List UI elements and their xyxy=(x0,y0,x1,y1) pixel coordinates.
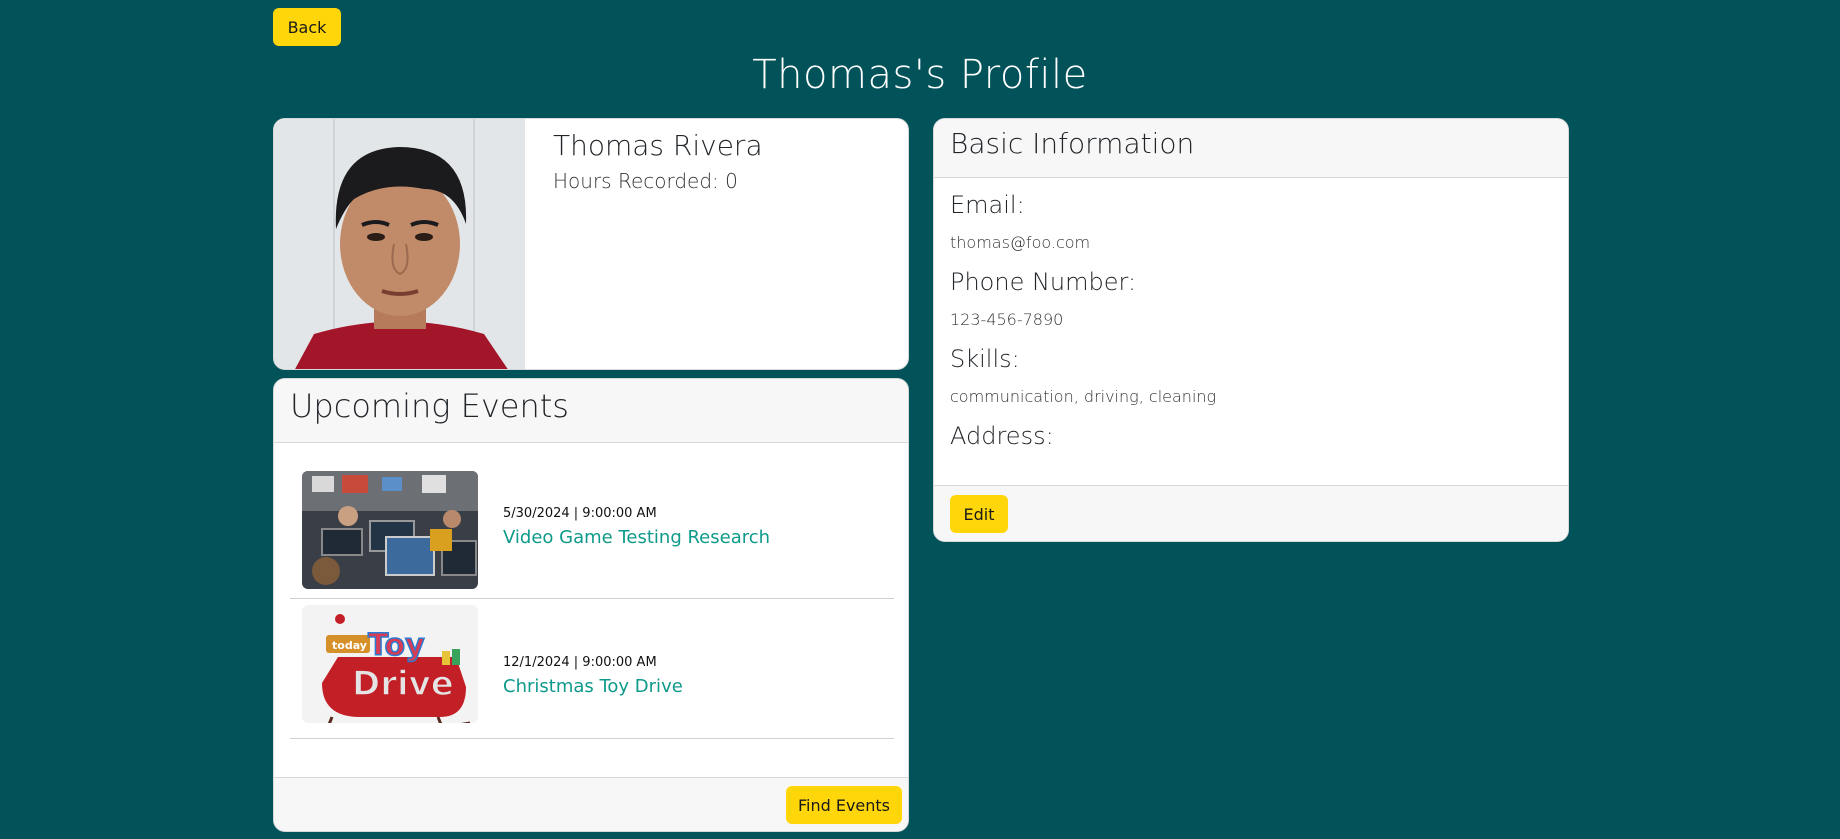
upcoming-events-card: Upcoming Events 5/30/2024 | 9:00:00 AM V… xyxy=(273,378,909,832)
event-thumbnail[interactable] xyxy=(302,471,478,589)
profile-photo xyxy=(274,119,525,369)
email-label: Email: xyxy=(950,191,1025,219)
hours-recorded: Hours Recorded: 0 xyxy=(553,169,738,193)
upcoming-events-header: Upcoming Events xyxy=(274,379,908,443)
email-value: thomas@foo.com xyxy=(950,233,1091,252)
svg-text:Drive: Drive xyxy=(352,664,454,704)
profile-name: Thomas Rivera xyxy=(553,129,763,162)
upcoming-events-footer: Find Events xyxy=(274,777,908,831)
svg-text:Toy: Toy xyxy=(368,628,425,663)
event-item[interactable]: 5/30/2024 | 9:00:00 AM Video Game Testin… xyxy=(290,459,894,599)
event-date: 12/1/2024 | 9:00:00 AM xyxy=(503,655,657,670)
basic-info-header: Basic Information xyxy=(934,119,1568,178)
upcoming-events-title: Upcoming Events xyxy=(290,387,569,425)
skills-label: Skills: xyxy=(950,345,1020,373)
profile-card: Thomas Rivera Hours Recorded: 0 xyxy=(273,118,909,370)
page-title: Thomas's Profile xyxy=(752,52,1088,98)
address-label: Address: xyxy=(950,422,1054,450)
basic-info-title: Basic Information xyxy=(950,127,1195,160)
event-item[interactable]: today Toy Drive 12/1/2024 | 9:00:00 AM C… xyxy=(290,599,894,739)
event-title-link[interactable]: Christmas Toy Drive xyxy=(503,676,683,697)
event-date: 5/30/2024 | 9:00:00 AM xyxy=(503,506,657,521)
find-events-button[interactable]: Find Events xyxy=(786,786,902,824)
skills-value: communication, driving, cleaning xyxy=(950,387,1217,406)
edit-button[interactable]: Edit xyxy=(950,495,1008,533)
event-thumbnail[interactable]: today Toy Drive xyxy=(302,605,478,723)
basic-info-card: Basic Information Email: thomas@foo.com … xyxy=(933,118,1569,542)
phone-label: Phone Number: xyxy=(950,268,1137,296)
event-title-link[interactable]: Video Game Testing Research xyxy=(503,527,770,548)
basic-info-footer: Edit xyxy=(934,485,1568,541)
back-button[interactable]: Back xyxy=(273,8,341,46)
phone-value: 123-456-7890 xyxy=(950,310,1064,329)
svg-text:today: today xyxy=(332,639,367,652)
